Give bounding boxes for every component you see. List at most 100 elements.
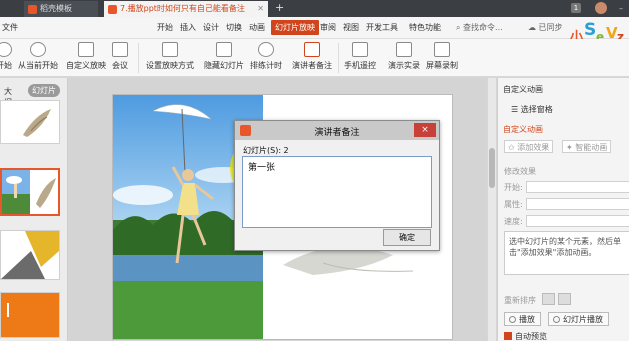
speed-label: 速度: <box>504 217 523 226</box>
slide-thumbnail-panel: 大纲 幻灯片 <box>0 78 68 341</box>
move-down-icon[interactable] <box>558 293 571 305</box>
tool-label: 设置放映方式 <box>146 61 194 70</box>
close-button[interactable]: × <box>414 123 436 137</box>
selection-pane-link[interactable]: ☰ 选择窗格 <box>511 104 553 115</box>
menu-design[interactable]: 设计 <box>203 22 219 33</box>
slideshow-label: 幻灯片播放 <box>563 315 603 324</box>
add-effect-button[interactable]: ✩ 添加效果 <box>504 140 554 153</box>
hide-slide-button[interactable]: 隐藏幻灯片 <box>204 42 244 71</box>
menu-insert[interactable]: 插入 <box>180 22 196 33</box>
avatar[interactable] <box>595 2 607 14</box>
play-button[interactable]: 播放 <box>504 312 541 326</box>
animation-list[interactable]: 选中幻灯片的某个元素，然后单击"添加效果"添加动画。 <box>504 231 629 275</box>
slide-thumbnail-1[interactable] <box>0 100 60 144</box>
scrollbar-thumb[interactable] <box>489 148 495 188</box>
custom-show-button[interactable]: 自定义放映 <box>66 42 106 71</box>
autopreview-label: 自动预览 <box>515 332 547 341</box>
close-tab-icon[interactable]: ✕ <box>257 1 264 17</box>
sync-status[interactable]: ☁ 已同步 <box>528 22 563 33</box>
search-label: 查找命令... <box>463 23 503 32</box>
start-from-current-button[interactable]: 从当前开始 <box>18 42 58 71</box>
start-select[interactable] <box>526 181 629 193</box>
tool-label: 开始 <box>0 61 12 70</box>
speed-select[interactable] <box>526 215 629 227</box>
move-up-icon[interactable] <box>542 293 555 305</box>
smart-animation-button[interactable]: ✦ 智能动画 <box>562 140 612 153</box>
start-from-beginning-button[interactable]: 开始 <box>0 42 12 71</box>
pane-label: 选择窗格 <box>520 105 553 114</box>
menu-developer[interactable]: 开发工具 <box>366 22 398 33</box>
slideshow-button[interactable]: 幻灯片播放 <box>548 312 609 326</box>
tool-label: 从当前开始 <box>18 61 58 70</box>
presentation-icon <box>108 5 117 14</box>
hide-slide-icon <box>216 42 232 57</box>
menu-animation[interactable]: 动画 <box>249 22 265 33</box>
tool-label: 排练计时 <box>250 61 282 70</box>
gold-gray-thumbnail <box>1 231 59 279</box>
menu-file[interactable]: 文件 <box>2 22 18 33</box>
play-current-icon <box>30 42 46 57</box>
play-label: 播放 <box>519 315 535 324</box>
search-command[interactable]: ⌕ 查找命令... <box>456 22 503 33</box>
tool-label: 演示实录 <box>388 61 420 70</box>
tool-label: 屏幕录制 <box>426 61 458 70</box>
new-tab-icon[interactable]: + <box>275 1 284 14</box>
setup-show-icon <box>162 42 178 57</box>
autopreview-checkbox[interactable]: 自动预览 <box>504 331 547 341</box>
slide-thumbnail-3[interactable] <box>0 230 60 280</box>
divider <box>338 43 339 73</box>
phone-remote-button[interactable]: 手机遥控 <box>344 42 376 71</box>
screen-record-button[interactable]: 屏幕录制 <box>426 42 458 71</box>
slideshow-icon <box>553 316 560 323</box>
menu-slideshow[interactable]: 幻灯片放映 <box>271 20 319 35</box>
dialog-title: 演讲者备注 <box>314 128 360 138</box>
custom-show-icon <box>78 42 94 57</box>
play-icon <box>509 316 516 323</box>
modify-effect-label: 修改效果 <box>504 167 536 176</box>
tab-slides[interactable]: 幻灯片 <box>28 84 60 97</box>
canvas-scrollbar[interactable] <box>488 78 496 341</box>
notes-textarea[interactable]: 第一张 <box>242 156 432 228</box>
tab-active-document[interactable]: 7.播放ppt时如何只有自己能看备注 ✕ <box>104 1 268 17</box>
ribbon-toolbar: 开始 从当前开始 自定义放映 会议 设置放映方式 隐藏幻灯片 排练计时 演讲者备… <box>0 39 629 77</box>
property-select[interactable] <box>526 198 629 210</box>
menu-features[interactable]: 特色功能 <box>409 22 441 33</box>
panel-title: 自定义动画 <box>503 85 543 94</box>
divider <box>138 43 139 73</box>
speaker-notes-button[interactable]: 演讲者备注 <box>292 42 332 71</box>
section-title: 自定义动画 <box>503 125 543 134</box>
sync-label: 已同步 <box>538 23 563 32</box>
slide-thumbnail-2[interactable] <box>0 168 60 216</box>
meeting-button[interactable]: 会议 <box>112 42 128 71</box>
minimize-icon[interactable]: – <box>619 1 623 16</box>
tool-label: 隐藏幻灯片 <box>204 61 244 70</box>
tab-docer-templates[interactable]: 稻壳模板 <box>24 1 98 17</box>
notes-text: 第一张 <box>248 163 276 173</box>
rehearse-timings-button[interactable]: 排练计时 <box>250 42 282 71</box>
meeting-icon <box>112 42 128 57</box>
menu-home[interactable]: 开始 <box>157 22 173 33</box>
start-label: 开始: <box>504 183 523 192</box>
slide-number-label: 幻灯片(S): 2 <box>243 146 289 155</box>
menu-review[interactable]: 审阅 <box>320 22 336 33</box>
menu-bar: 文件 开始 插入 设计 切换 动画 幻灯片放映 审阅 视图 开发工具 特色功能 … <box>0 17 629 39</box>
window-count-badge[interactable]: 1 <box>571 3 581 13</box>
slide-thumbnail-4[interactable] <box>0 292 60 338</box>
video-camera-icon <box>396 42 412 57</box>
tool-label: 演讲者备注 <box>292 61 332 70</box>
menu-transition[interactable]: 切换 <box>226 22 242 33</box>
tool-label: 自定义放映 <box>66 61 106 70</box>
demo-record-button[interactable]: 演示实录 <box>388 42 420 71</box>
custom-animation-panel: 自定义动画 ☰ 选择窗格 自定义动画 ✩ 添加效果 ✦ 智能动画 修改效果 开始… <box>497 78 629 341</box>
tab-label: 稻壳模板 <box>40 4 72 13</box>
setup-show-button[interactable]: 设置放映方式 <box>146 42 194 71</box>
menu-view[interactable]: 视图 <box>343 22 359 33</box>
timer-icon <box>258 42 274 57</box>
ok-button[interactable]: 确定 <box>383 229 431 246</box>
play-icon <box>0 42 12 57</box>
speaker-notes-dialog: 演讲者备注 × 幻灯片(S): 2 第一张 确定 <box>234 120 440 251</box>
orange-slide-thumbnail <box>7 303 9 317</box>
tool-label: 会议 <box>112 61 128 70</box>
reorder-label: 重新排序 <box>504 296 536 305</box>
dialog-title-bar[interactable]: 演讲者备注 × <box>235 121 439 140</box>
